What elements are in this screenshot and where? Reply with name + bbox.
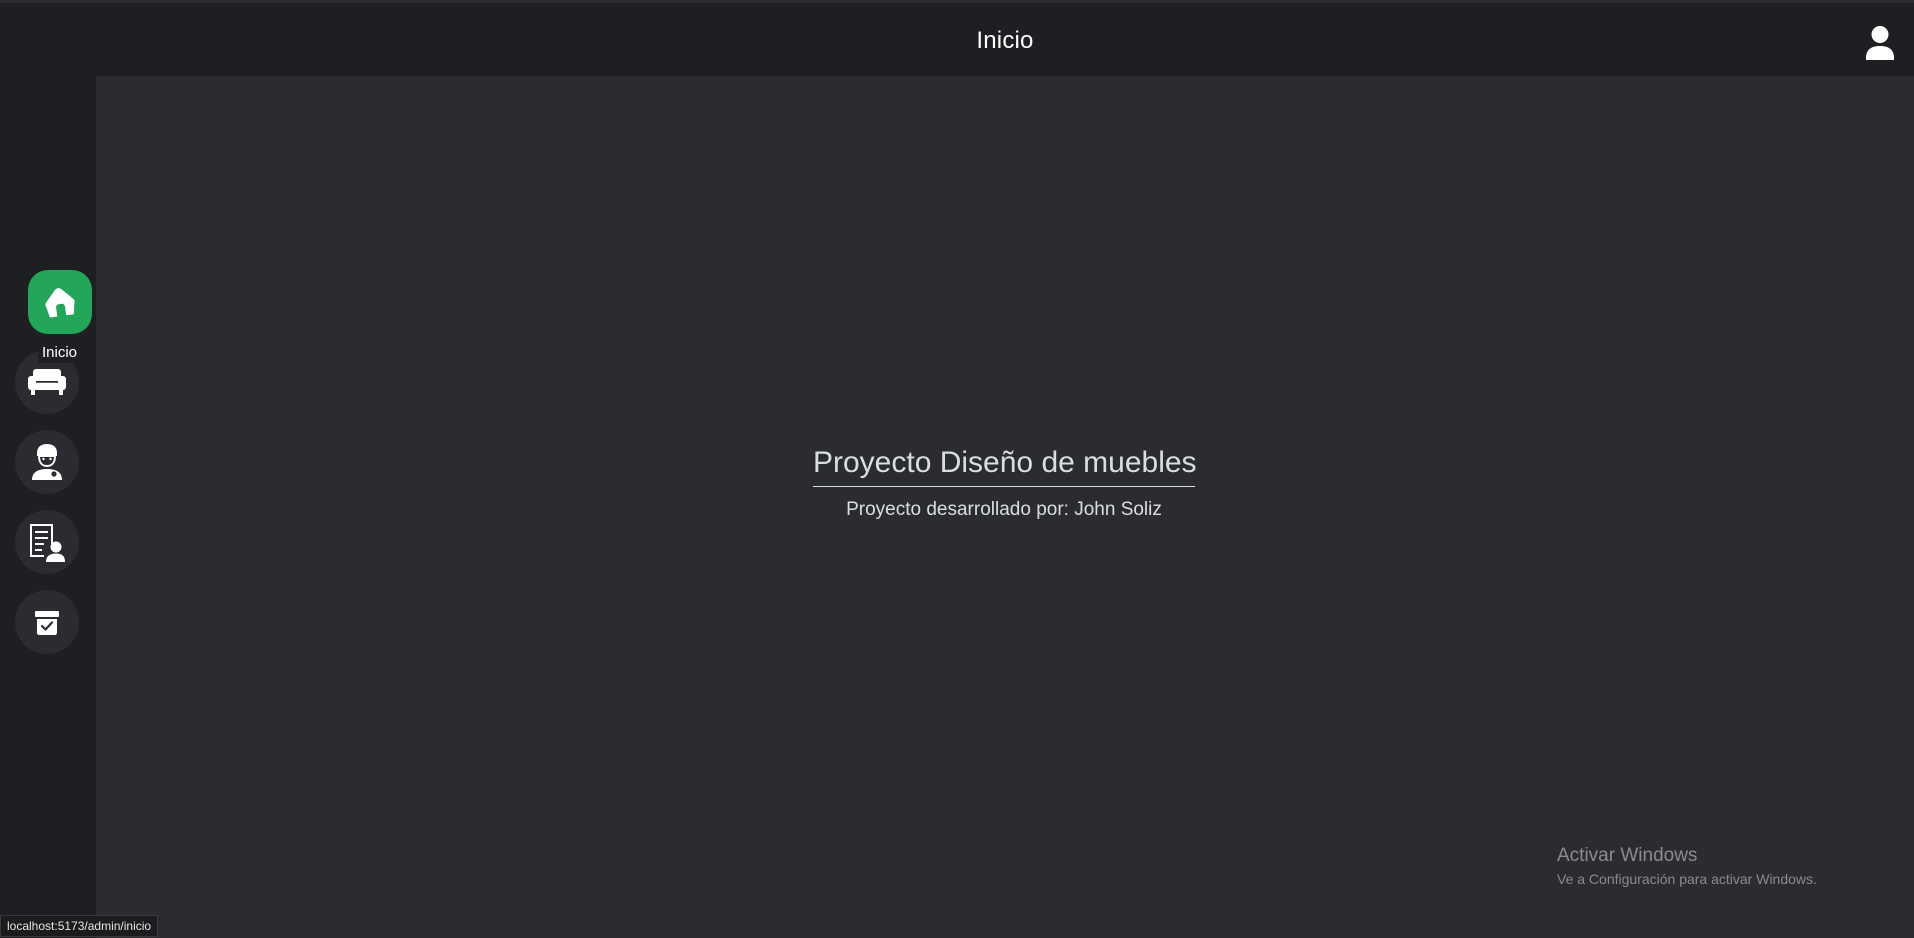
sidebar-item-trabajadores[interactable]: [15, 430, 79, 494]
windows-activation-watermark: Activar Windows Ve a Configuración para …: [1557, 845, 1817, 887]
sidebar-item-clientes[interactable]: [15, 510, 79, 574]
top-header: Inicio: [96, 3, 1914, 76]
app-window: Inicio Proyecto Diseño de muebles Proyec…: [0, 0, 1914, 938]
user-menu-button[interactable]: [1864, 25, 1896, 61]
client-list-icon: [28, 522, 66, 562]
project-title: Proyecto Diseño de muebles: [813, 446, 1197, 487]
sidebar-item-pedidos[interactable]: [15, 590, 79, 654]
project-subtitle: Proyecto desarrollado por: John Soliz: [846, 499, 1162, 520]
sidebar-tooltip: Inicio: [38, 342, 82, 363]
home-icon: [42, 285, 78, 319]
page-title: Inicio: [976, 27, 1034, 54]
watermark-subtitle: Ve a Configuración para activar Windows.: [1557, 871, 1817, 887]
worker-icon: [30, 443, 64, 481]
main-content: Proyecto Diseño de muebles Proyecto desa…: [96, 76, 1914, 938]
watermark-title: Activar Windows: [1557, 845, 1698, 866]
sidebar-item-inicio[interactable]: [28, 270, 92, 334]
archive-check-icon: [33, 608, 61, 636]
sofa-icon: [27, 367, 67, 397]
welcome-block: Proyecto Diseño de muebles Proyecto desa…: [813, 446, 1197, 521]
user-icon: [1864, 25, 1896, 61]
status-bar-url: localhost:5173/admin/inicio: [0, 915, 159, 937]
